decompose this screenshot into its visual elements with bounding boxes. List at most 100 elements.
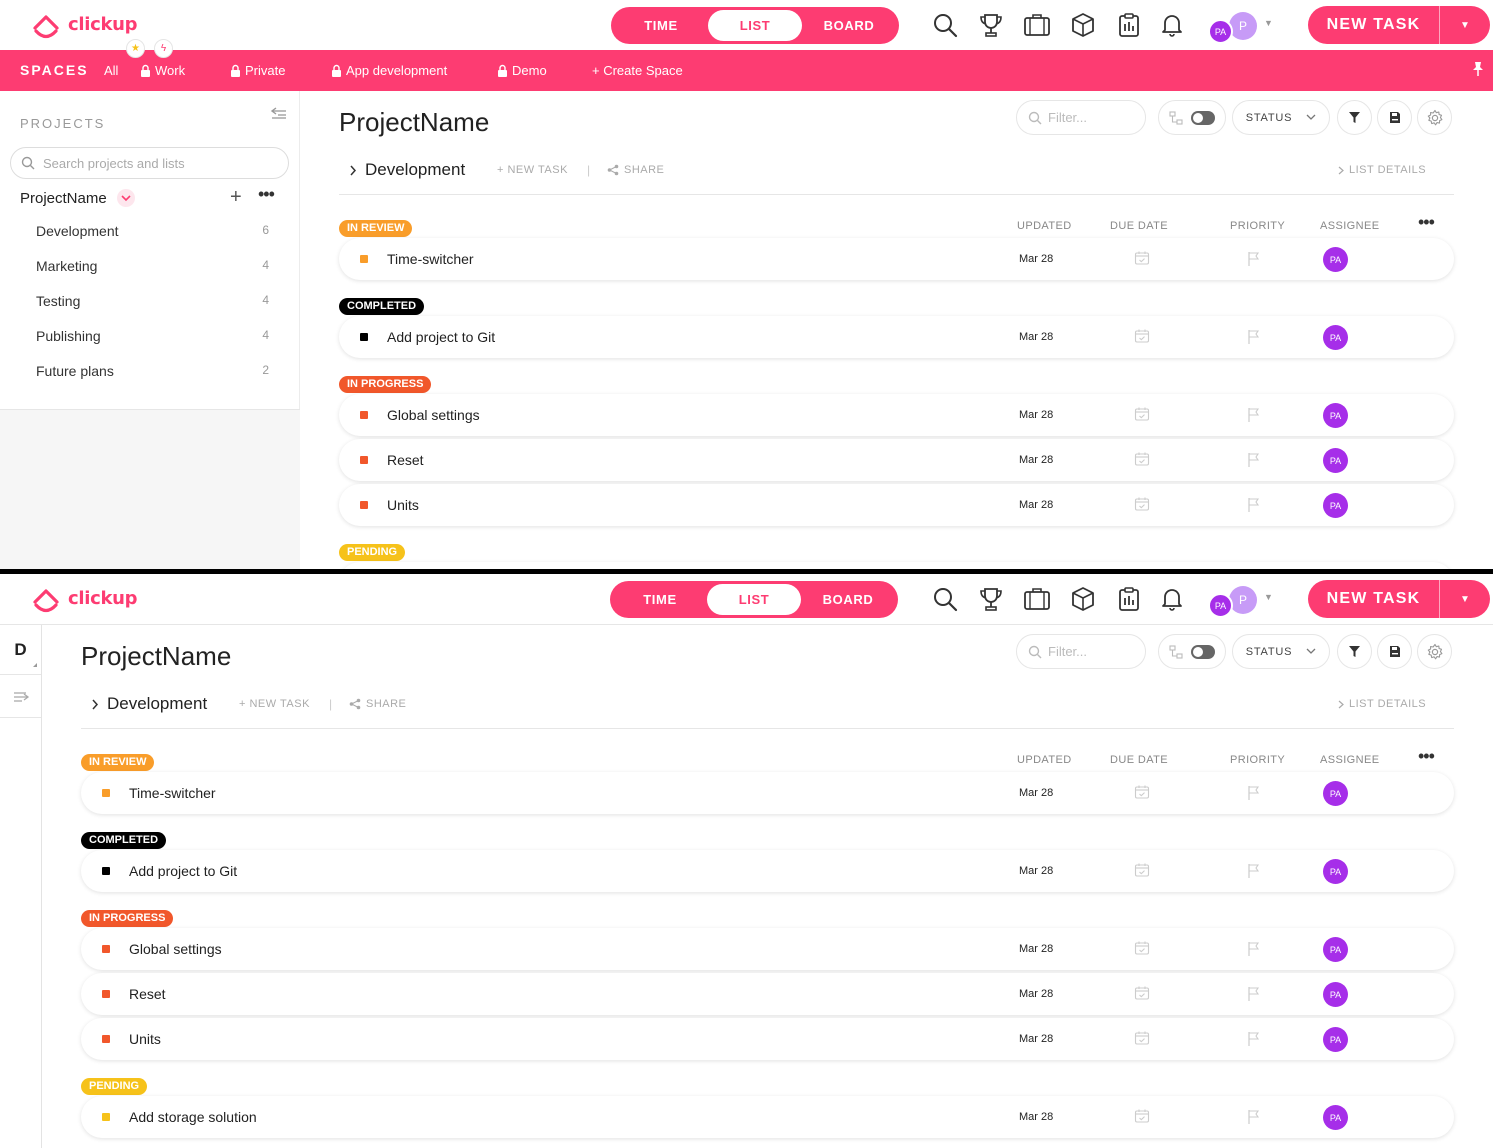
task-row[interactable]: Reset Mar 28 PA: [81, 973, 1454, 1015]
bell-icon[interactable]: [1158, 11, 1186, 39]
assignee-avatar[interactable]: PA: [1323, 781, 1348, 806]
priority-flag-icon[interactable]: [1247, 1031, 1261, 1047]
user-menu[interactable]: P PA ▼: [1206, 586, 1274, 618]
status-square[interactable]: [360, 411, 368, 419]
status-square[interactable]: [360, 501, 368, 509]
filter-icon[interactable]: [1337, 100, 1372, 135]
status-dropdown[interactable]: STATUS: [1232, 100, 1330, 135]
status-badge[interactable]: IN REVIEW: [339, 220, 413, 237]
assignee-avatar[interactable]: PA: [1323, 247, 1348, 272]
more-options-icon[interactable]: •••: [1418, 212, 1435, 233]
project-search-input[interactable]: [43, 155, 263, 171]
priority-flag-icon[interactable]: [1247, 785, 1261, 801]
due-date-icon[interactable]: [1134, 784, 1150, 800]
create-space-button[interactable]: + Create Space: [592, 63, 683, 78]
task-name[interactable]: Reset: [387, 452, 424, 468]
column-header-due-date[interactable]: DUE DATE: [1110, 220, 1168, 232]
status-badge[interactable]: COMPLETED: [81, 832, 167, 849]
due-date-icon[interactable]: [1134, 1030, 1150, 1046]
more-options-icon[interactable]: •••: [1418, 746, 1435, 767]
task-name[interactable]: Time-switcher: [387, 251, 474, 267]
priority-flag-icon[interactable]: [1247, 863, 1261, 879]
clipboard-icon[interactable]: [1115, 585, 1143, 613]
view-time-button[interactable]: TIME: [613, 584, 707, 615]
new-task-dropdown-icon[interactable]: ▼: [1440, 580, 1490, 618]
new-task-button[interactable]: NEW TASK: [1308, 580, 1440, 618]
sidebar-item-publishing[interactable]: Publishing 4: [36, 326, 271, 346]
space-app-development[interactable]: App development: [331, 63, 447, 78]
status-badge[interactable]: IN REVIEW: [81, 754, 155, 771]
trophy-icon[interactable]: [977, 11, 1005, 39]
breadcrumb[interactable]: Development: [91, 694, 207, 714]
new-task-button[interactable]: NEW TASK: [1308, 6, 1440, 44]
new-task-link[interactable]: + NEW TASK: [497, 164, 568, 176]
task-row[interactable]: Global settings Mar 28 PA: [81, 928, 1454, 970]
column-header-updated[interactable]: UPDATED: [1017, 754, 1072, 766]
task-name[interactable]: Global settings: [129, 941, 222, 957]
breadcrumb[interactable]: Development: [349, 160, 465, 180]
column-header-due-date[interactable]: DUE DATE: [1110, 754, 1168, 766]
cube-icon[interactable]: [1069, 11, 1097, 39]
due-date-icon[interactable]: [1134, 862, 1150, 878]
status-square[interactable]: [360, 456, 368, 464]
cube-icon[interactable]: [1069, 585, 1097, 613]
space-private[interactable]: Private: [230, 63, 285, 78]
view-board-button[interactable]: BOARD: [802, 10, 896, 41]
task-row[interactable]: Time-switcher Mar 28 PA: [81, 772, 1454, 814]
status-square[interactable]: [102, 789, 110, 797]
new-task-dropdown-icon[interactable]: ▼: [1440, 6, 1490, 44]
task-name[interactable]: Add project to Git: [129, 863, 237, 879]
due-date-icon[interactable]: [1134, 250, 1150, 266]
assignee-avatar[interactable]: PA: [1323, 937, 1348, 962]
clickup-logo[interactable]: clickup: [30, 8, 138, 40]
clickup-logo[interactable]: clickup: [30, 582, 138, 614]
due-date-icon[interactable]: [1134, 328, 1150, 344]
column-header-updated[interactable]: UPDATED: [1017, 220, 1072, 232]
task-row[interactable]: Add project to Git Mar 28 PA: [81, 850, 1454, 892]
subtasks-toggle[interactable]: [1158, 100, 1226, 135]
chevron-down-icon[interactable]: [117, 189, 135, 207]
status-badge[interactable]: IN PROGRESS: [81, 910, 174, 927]
status-square[interactable]: [102, 867, 110, 875]
status-square[interactable]: [360, 255, 368, 263]
new-task-link[interactable]: + NEW TASK: [239, 698, 310, 710]
filter-input[interactable]: [1048, 110, 1138, 125]
due-date-icon[interactable]: [1134, 1108, 1150, 1124]
column-header-priority[interactable]: PRIORITY: [1230, 754, 1285, 766]
view-list-button[interactable]: LIST: [708, 10, 802, 41]
task-name[interactable]: Units: [387, 497, 419, 513]
sidebar-item-marketing[interactable]: Marketing 4: [36, 256, 271, 276]
task-row[interactable]: Add storage solutionMar 28PA: [339, 562, 1454, 569]
toggle-switch[interactable]: [1191, 644, 1215, 659]
task-row[interactable]: Global settings Mar 28 PA: [339, 394, 1454, 436]
sidebar-item-development[interactable]: Development 6: [36, 221, 271, 241]
search-icon[interactable]: [931, 11, 959, 39]
status-square[interactable]: [102, 945, 110, 953]
status-badge[interactable]: COMPLETED: [339, 298, 425, 315]
share-button[interactable]: SHARE: [349, 698, 406, 710]
column-header-assignee[interactable]: ASSIGNEE: [1320, 220, 1379, 232]
task-row[interactable]: Add storage solutionMar 28PA: [81, 1096, 1454, 1138]
assignee-avatar[interactable]: PA: [1323, 859, 1348, 884]
list-details-link[interactable]: LIST DETAILS: [1338, 698, 1426, 710]
task-row[interactable]: Time-switcher Mar 28 PA: [339, 238, 1454, 280]
expand-sidebar-icon[interactable]: [0, 676, 41, 718]
more-options-icon[interactable]: •••: [258, 184, 275, 205]
settings-gear-icon[interactable]: [1417, 100, 1452, 135]
toggle-switch[interactable]: [1191, 110, 1215, 125]
due-date-icon[interactable]: [1134, 406, 1150, 422]
save-icon[interactable]: [1377, 100, 1412, 135]
task-row[interactable]: Units Mar 28 PA: [339, 484, 1454, 526]
due-date-icon[interactable]: [1134, 451, 1150, 467]
subtasks-toggle[interactable]: [1158, 634, 1226, 669]
pin-icon[interactable]: [1472, 61, 1484, 77]
space-work[interactable]: Work: [140, 63, 185, 78]
assignee-avatar[interactable]: PA: [1323, 448, 1348, 473]
column-header-assignee[interactable]: ASSIGNEE: [1320, 754, 1379, 766]
status-badge[interactable]: PENDING: [339, 544, 406, 561]
status-square[interactable]: [102, 1035, 110, 1043]
priority-flag-icon[interactable]: [1247, 986, 1261, 1002]
task-row[interactable]: Reset Mar 28 PA: [339, 439, 1454, 481]
sidebar-item-future-plans[interactable]: Future plans 2: [36, 361, 271, 381]
save-icon[interactable]: [1377, 634, 1412, 669]
